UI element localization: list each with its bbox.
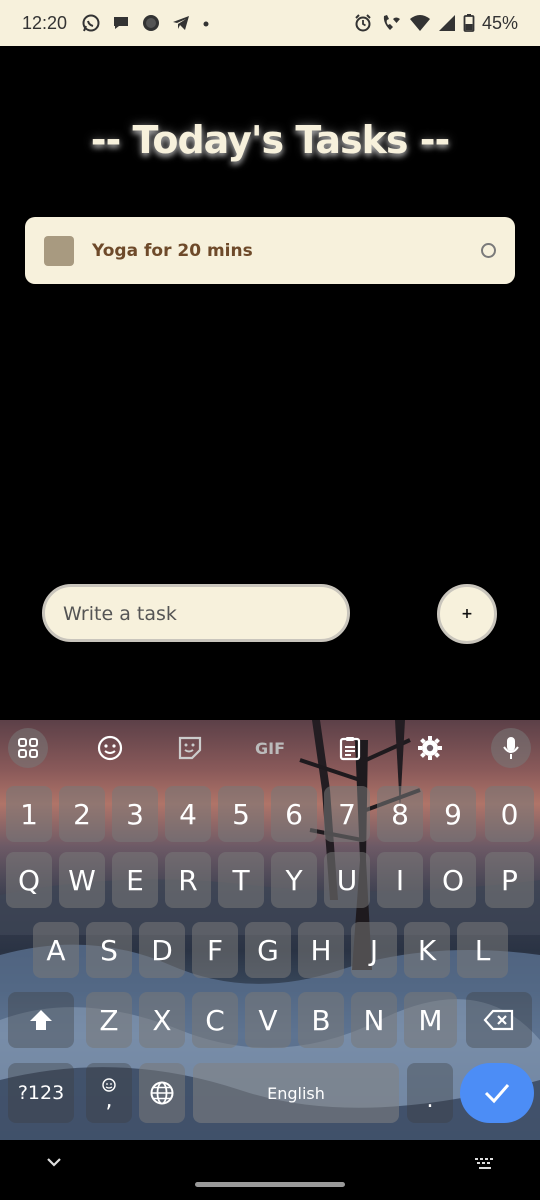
emoji-icon[interactable]	[90, 728, 130, 768]
key-b[interactable]: B	[298, 992, 344, 1048]
key-l[interactable]: L	[457, 922, 508, 978]
key-6[interactable]: 6	[271, 786, 317, 842]
whatsapp-icon	[81, 13, 101, 33]
key-e[interactable]: E	[112, 852, 158, 908]
key-w[interactable]: W	[59, 852, 105, 908]
key-o[interactable]: O	[430, 852, 476, 908]
task-item[interactable]: Yoga for 20 mins	[25, 217, 515, 284]
hide-keyboard-chevron-icon[interactable]	[44, 1154, 64, 1173]
soft-keyboard: GIF 1 2 3 4 5 6 7 8 9 0 Q W E R T Y U I …	[0, 720, 540, 1140]
signal-app-icon	[141, 13, 161, 33]
key-d[interactable]: D	[139, 922, 185, 978]
key-x[interactable]: X	[139, 992, 185, 1048]
alarm-icon	[353, 13, 373, 33]
task-input[interactable]	[61, 587, 335, 641]
backspace-key[interactable]	[466, 992, 532, 1048]
key-0[interactable]: 0	[485, 786, 534, 842]
task-status-circle-icon[interactable]	[481, 243, 496, 258]
clipboard-icon[interactable]	[330, 728, 370, 768]
cell-signal-icon	[438, 13, 456, 33]
period-key[interactable]: .	[407, 1063, 453, 1123]
wifi-icon	[409, 13, 431, 33]
settings-icon[interactable]	[410, 728, 450, 768]
key-k[interactable]: K	[404, 922, 450, 978]
mic-icon[interactable]	[491, 728, 531, 768]
chat-bubble-icon	[111, 13, 131, 33]
key-u[interactable]: U	[324, 852, 370, 908]
gif-button[interactable]: GIF	[250, 728, 290, 768]
key-i[interactable]: I	[377, 852, 423, 908]
home-gesture-pill[interactable]	[195, 1182, 345, 1187]
key-2[interactable]: 2	[59, 786, 105, 842]
battery-icon	[463, 13, 475, 33]
key-c[interactable]: C	[192, 992, 238, 1048]
navigation-bar	[0, 1140, 540, 1200]
key-8[interactable]: 8	[377, 786, 423, 842]
system-icons: 45%	[353, 0, 518, 46]
more-dot-icon	[201, 13, 211, 33]
key-m[interactable]: M	[404, 992, 457, 1048]
status-bar: 12:20 45%	[0, 0, 540, 46]
key-h[interactable]: H	[298, 922, 344, 978]
status-time: 12:20	[22, 12, 68, 33]
comma-label: ,	[105, 1088, 113, 1113]
task-checkbox[interactable]	[44, 235, 74, 266]
key-f[interactable]: F	[192, 922, 238, 978]
check-icon	[484, 1084, 510, 1104]
page-title: -- Today's Tasks --	[90, 118, 451, 162]
task-input-wrapper	[42, 584, 350, 642]
battery-percent: 45%	[481, 12, 518, 33]
key-1[interactable]: 1	[6, 786, 52, 842]
key-t[interactable]: T	[218, 852, 264, 908]
key-z[interactable]: Z	[86, 992, 132, 1048]
emoji-comma-key[interactable]: ,	[86, 1063, 132, 1123]
key-n[interactable]: N	[351, 992, 397, 1048]
backspace-icon	[483, 1009, 514, 1031]
key-j[interactable]: J	[351, 922, 397, 978]
key-5[interactable]: 5	[218, 786, 264, 842]
language-key[interactable]	[139, 1063, 185, 1123]
key-y[interactable]: Y	[271, 852, 317, 908]
shift-key[interactable]	[8, 992, 74, 1048]
sticker-icon[interactable]	[170, 728, 210, 768]
apps-grid-icon[interactable]	[8, 728, 48, 768]
space-key[interactable]: English	[193, 1063, 399, 1123]
notification-icons	[81, 13, 211, 33]
symbols-key[interactable]: ?123	[8, 1063, 74, 1123]
add-task-button[interactable]: +	[437, 584, 497, 644]
wifi-calling-icon	[380, 13, 402, 33]
shift-icon	[30, 1010, 52, 1030]
enter-button[interactable]	[460, 1063, 534, 1123]
key-4[interactable]: 4	[165, 786, 211, 842]
key-a[interactable]: A	[33, 922, 79, 978]
key-s[interactable]: S	[86, 922, 132, 978]
keyboard-switch-icon[interactable]	[474, 1156, 496, 1175]
key-q[interactable]: Q	[6, 852, 52, 908]
key-3[interactable]: 3	[112, 786, 158, 842]
globe-icon	[150, 1081, 174, 1105]
key-v[interactable]: V	[245, 992, 291, 1048]
telegram-icon	[171, 13, 191, 33]
key-r[interactable]: R	[165, 852, 211, 908]
key-p[interactable]: P	[485, 852, 534, 908]
key-9[interactable]: 9	[430, 786, 476, 842]
key-7[interactable]: 7	[324, 786, 370, 842]
task-label: Yoga for 20 mins	[92, 240, 253, 261]
key-g[interactable]: G	[245, 922, 291, 978]
